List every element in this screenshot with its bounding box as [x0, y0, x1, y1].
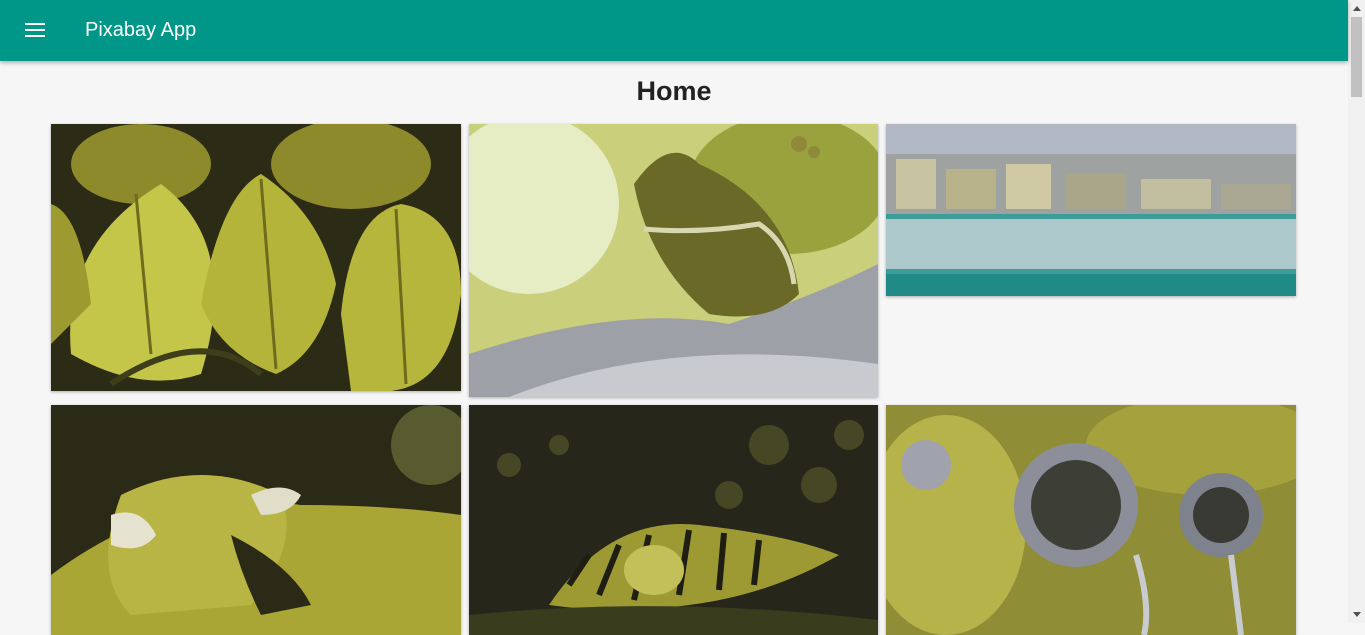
photo-butterfly[interactable]: [469, 124, 878, 397]
scroll-up-button[interactable]: [1348, 0, 1365, 17]
leaves-photo: [51, 124, 461, 391]
app-title: Pixabay App: [85, 19, 197, 41]
menu-icon: [25, 23, 45, 37]
chevron-down-icon: [1352, 612, 1361, 617]
photo-tiger[interactable]: [469, 405, 878, 635]
photo-harbor[interactable]: [886, 124, 1296, 296]
page-title: Home: [636, 76, 712, 106]
chevron-up-icon: [1352, 6, 1361, 11]
vertical-scrollbar[interactable]: [1348, 0, 1365, 623]
photo-leaves[interactable]: [51, 124, 461, 391]
thistle-photo: [886, 405, 1296, 635]
scroll-down-button[interactable]: [1348, 606, 1365, 623]
harbor-photo: [886, 124, 1296, 296]
butterfly-photo: [469, 124, 878, 397]
app-bar: Pixabay App: [0, 0, 1348, 61]
tiger-photo: [469, 405, 878, 635]
menu-button[interactable]: [20, 15, 50, 45]
photo-cow[interactable]: [51, 405, 461, 635]
scroll-thumb[interactable]: [1351, 17, 1362, 97]
cow-photo: [51, 405, 461, 635]
photo-thistle[interactable]: [886, 405, 1296, 635]
